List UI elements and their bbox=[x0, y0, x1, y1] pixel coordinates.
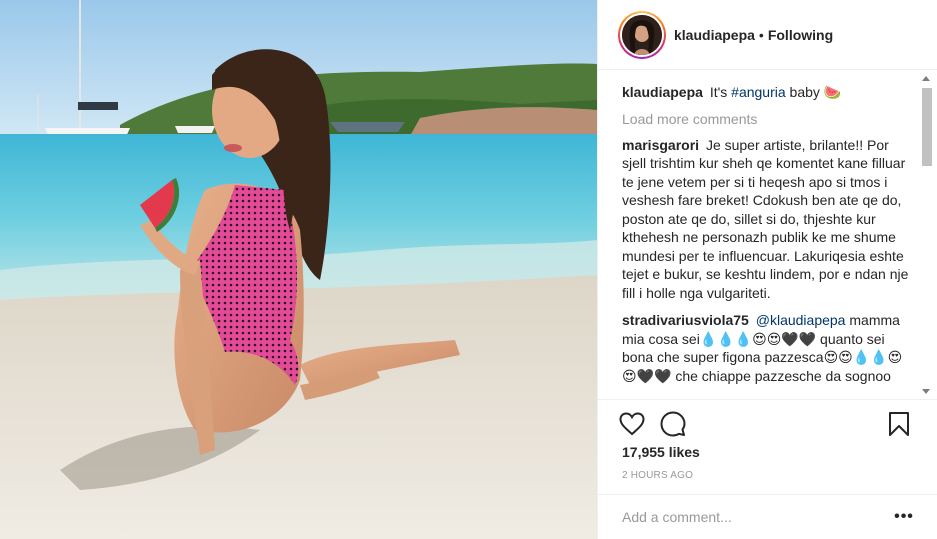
post-header: klaudiapepa • Following bbox=[598, 0, 937, 70]
comment-button[interactable] bbox=[659, 410, 687, 438]
story-ring[interactable] bbox=[618, 10, 666, 59]
save-button[interactable] bbox=[885, 410, 913, 438]
post-actions: 17,955 likes 2 HOURS AGO bbox=[598, 399, 937, 504]
more-options-icon[interactable]: ••• bbox=[894, 507, 914, 527]
scroll-up-arrow-icon[interactable] bbox=[922, 76, 930, 81]
comment-author-link[interactable]: marisgarori bbox=[622, 137, 699, 153]
avatar-image bbox=[622, 14, 662, 55]
caption: klaudiapepa It's #anguria baby 🍉 bbox=[622, 83, 916, 102]
post-side-panel: klaudiapepa • Following klaudiapepa It's… bbox=[597, 0, 937, 539]
avatar[interactable] bbox=[622, 14, 662, 55]
caption-text-after: baby 🍉 bbox=[789, 84, 842, 100]
caption-text-before: It's bbox=[709, 84, 728, 100]
add-comment-bar: ••• bbox=[598, 494, 937, 539]
hashtag-link[interactable]: #anguria bbox=[731, 84, 786, 100]
like-button[interactable] bbox=[618, 410, 646, 438]
load-more-comments-button[interactable]: Load more comments bbox=[622, 111, 916, 127]
comments-list[interactable]: klaudiapepa It's #anguria baby 🍉 Load mo… bbox=[598, 71, 937, 399]
username-link[interactable]: klaudiapepa bbox=[674, 27, 755, 43]
add-comment-input[interactable] bbox=[622, 509, 886, 525]
bookmark-icon bbox=[889, 412, 909, 436]
post-timestamp[interactable]: 2 HOURS AGO bbox=[622, 470, 693, 481]
caption-author-link[interactable]: klaudiapepa bbox=[622, 84, 703, 100]
beach-photo-image bbox=[0, 0, 597, 539]
post-modal: klaudiapepa • Following klaudiapepa It's… bbox=[0, 0, 937, 539]
scrollbar-thumb[interactable] bbox=[922, 88, 932, 166]
comment-author-link[interactable]: stradivariusviola75 bbox=[622, 312, 749, 328]
comment-item: marisgarori Je super artiste, brilante!!… bbox=[622, 136, 916, 303]
comment-item: stradivariusviola75 @klaudiapepa mamma m… bbox=[622, 311, 916, 385]
heart-icon bbox=[619, 412, 645, 436]
separator-dot: • bbox=[758, 26, 764, 43]
likes-count[interactable]: 17,955 likes bbox=[622, 444, 700, 460]
comments-scrollbar[interactable] bbox=[919, 72, 933, 398]
comment-text: Je super artiste, brilante!! Por sjell t… bbox=[622, 136, 909, 301]
scroll-down-arrow-icon[interactable] bbox=[922, 389, 930, 394]
following-button[interactable]: Following bbox=[768, 27, 833, 43]
speech-bubble-icon bbox=[660, 411, 686, 437]
post-photo[interactable] bbox=[0, 0, 597, 539]
mention-link[interactable]: @klaudiapepa bbox=[756, 312, 846, 328]
